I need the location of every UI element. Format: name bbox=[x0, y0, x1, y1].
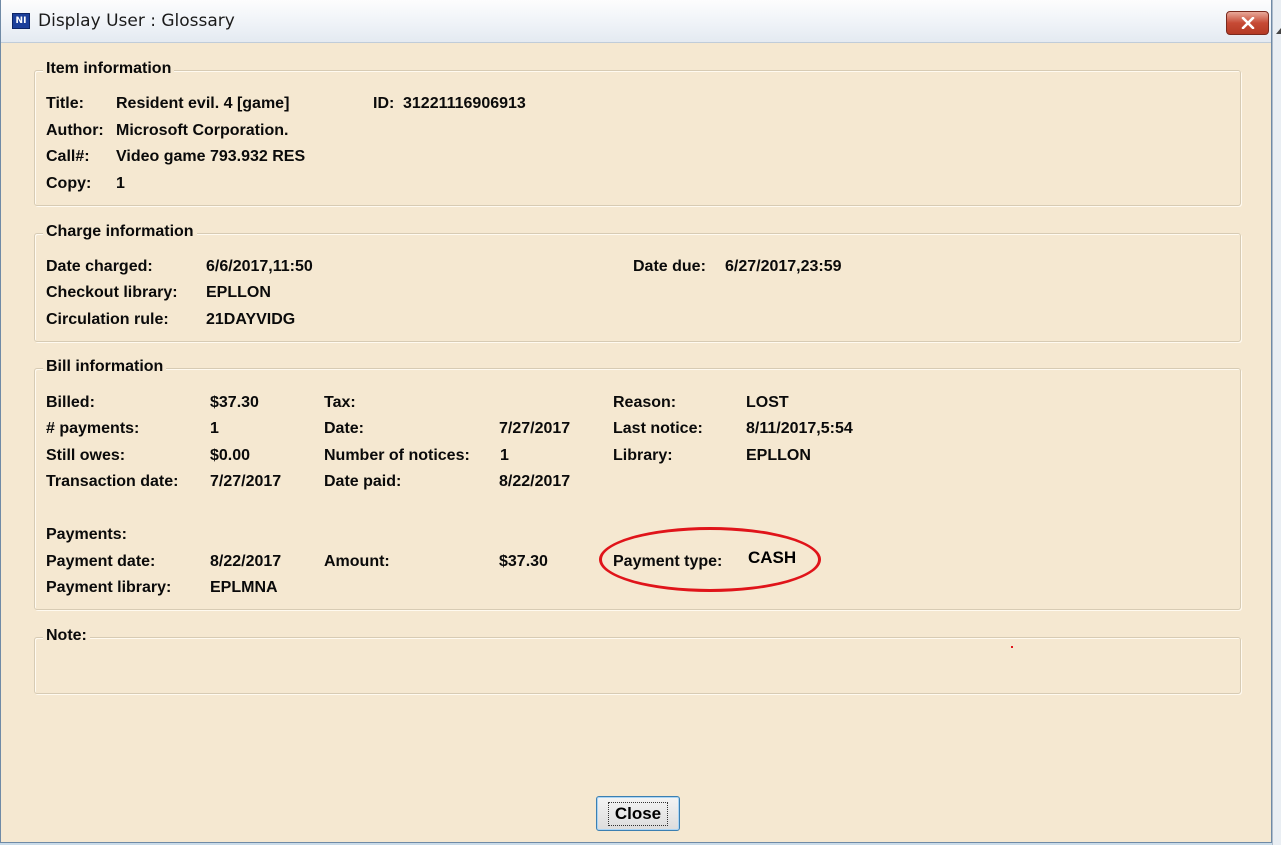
author-value: Microsoft Corporation. bbox=[116, 122, 289, 139]
date-paid-label: Date paid: bbox=[324, 473, 402, 490]
amount-value: $37.30 bbox=[499, 553, 548, 570]
call-number-value: Video game 793.932 RES bbox=[116, 148, 306, 165]
number-of-notices-value: 1 bbox=[500, 447, 509, 464]
checkout-library-label: Checkout library: bbox=[46, 284, 178, 301]
transaction-date-label: Transaction date: bbox=[46, 473, 179, 490]
payment-date-value: 8/22/2017 bbox=[210, 553, 282, 570]
date-label: Date: bbox=[324, 420, 365, 437]
call-number-label: Call#: bbox=[46, 148, 90, 165]
last-notice-label: Last notice: bbox=[613, 420, 703, 437]
last-notice-value: 8/11/2017,5:54 bbox=[746, 420, 853, 437]
date-value: 7/27/2017 bbox=[499, 420, 571, 437]
title-label: Title: bbox=[46, 95, 84, 112]
date-due-value: 6/27/2017,23:59 bbox=[725, 258, 842, 275]
close-button-label: Close bbox=[607, 801, 669, 826]
window-title: Display User : Glossary bbox=[38, 11, 235, 31]
circulation-rule-value: 21DAYVIDG bbox=[206, 311, 296, 328]
reason-value: LOST bbox=[746, 394, 789, 411]
transaction-date-value: 7/27/2017 bbox=[210, 473, 282, 490]
number-of-notices-label: Number of notices: bbox=[324, 447, 470, 464]
payments-count-value: 1 bbox=[210, 420, 219, 437]
app-icon: NI bbox=[12, 13, 30, 29]
copy-value: 1 bbox=[116, 175, 125, 192]
still-owes-label: Still owes: bbox=[46, 447, 126, 464]
date-due-label: Date due: bbox=[633, 258, 706, 275]
highlight-circle-annotation bbox=[599, 527, 821, 592]
billed-value: $37.30 bbox=[210, 394, 259, 411]
title-bar[interactable]: NI Display User : Glossary bbox=[1, 0, 1271, 43]
author-label: Author: bbox=[46, 122, 104, 139]
id-value: 31221116906913 bbox=[403, 95, 526, 112]
id-label: ID: bbox=[373, 95, 395, 112]
billed-label: Billed: bbox=[46, 394, 95, 411]
date-paid-value: 8/22/2017 bbox=[499, 473, 571, 490]
group-legend: Bill information bbox=[43, 358, 167, 376]
copy-label: Copy: bbox=[46, 175, 92, 192]
title-value: Resident evil. 4 [game] bbox=[116, 95, 290, 112]
payment-date-label: Payment date: bbox=[46, 553, 156, 570]
close-window-button[interactable] bbox=[1226, 11, 1269, 35]
tax-label: Tax: bbox=[324, 394, 356, 411]
date-charged-value: 6/6/2017,11:50 bbox=[206, 258, 313, 275]
red-mark-annotation bbox=[1011, 646, 1013, 648]
dialog-window: NI Display User : Glossary Item informat… bbox=[0, 0, 1272, 843]
group-legend: Charge information bbox=[43, 223, 197, 241]
close-x-icon bbox=[1241, 17, 1254, 29]
reason-label: Reason: bbox=[613, 394, 677, 411]
payment-library-label: Payment library: bbox=[46, 579, 172, 596]
date-charged-label: Date charged: bbox=[46, 258, 153, 275]
library-label: Library: bbox=[613, 447, 673, 464]
payment-library-value: EPLMNA bbox=[210, 579, 278, 596]
note-group: Note: bbox=[34, 627, 1241, 694]
payments-count-label: # payments: bbox=[46, 420, 140, 437]
caret-up-icon bbox=[1276, 28, 1281, 34]
close-button[interactable]: Close bbox=[596, 796, 680, 831]
background-window-edge bbox=[1272, 0, 1281, 845]
library-value: EPLLON bbox=[746, 447, 811, 464]
circulation-rule-label: Circulation rule: bbox=[46, 311, 169, 328]
amount-label: Amount: bbox=[324, 553, 390, 570]
payments-heading: Payments: bbox=[46, 526, 127, 543]
still-owes-value: $0.00 bbox=[210, 447, 251, 464]
group-legend: Item information bbox=[43, 60, 175, 78]
checkout-library-value: EPLLON bbox=[206, 284, 271, 301]
group-legend: Note: bbox=[43, 627, 90, 645]
